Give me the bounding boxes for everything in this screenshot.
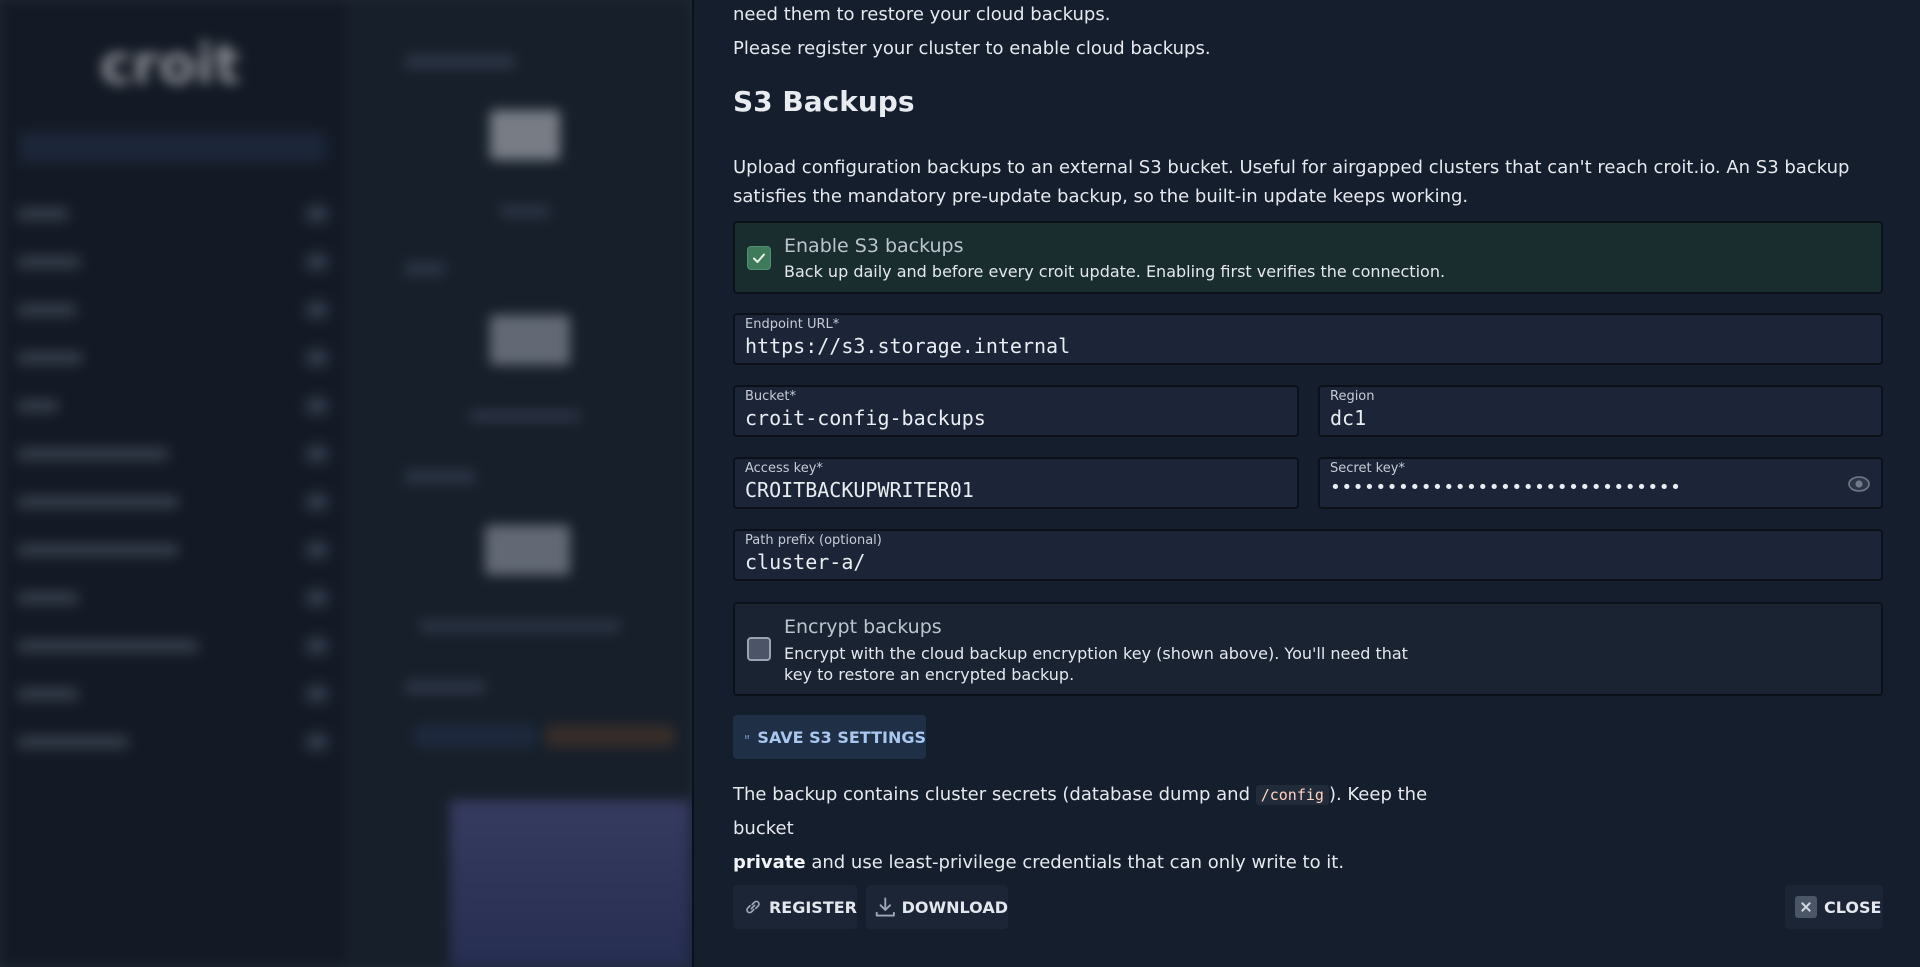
enable-s3-backups-option[interactable]: Enable S3 backups Back up daily and befo… — [733, 221, 1883, 294]
save-floppy-icon — [745, 734, 750, 740]
path-prefix-label: Path prefix (optional) — [745, 533, 882, 548]
encrypt-backups-option[interactable]: Encrypt backups Encrypt with the cloud b… — [733, 602, 1883, 696]
register-button[interactable]: REGISTER — [733, 885, 857, 929]
note-text-1: The backup contains cluster secrets (dat… — [733, 784, 1256, 805]
enable-s3-checkbox[interactable] — [747, 246, 771, 270]
region-value[interactable]: dc1 — [1330, 406, 1366, 430]
region-label: Region — [1330, 389, 1375, 404]
close-button[interactable]: CLOSE — [1785, 885, 1883, 929]
save-s3-settings-label: SAVE S3 SETTINGS — [757, 727, 926, 747]
link-icon — [746, 900, 760, 914]
checkmark-icon — [753, 253, 765, 263]
access-key-label: Access key* — [745, 461, 823, 476]
register-label: REGISTER — [768, 897, 857, 917]
background-app: croit — [0, 0, 692, 967]
bucket-label: Bucket* — [745, 389, 796, 404]
bucket-field[interactable]: Bucket* croit-config-backups — [733, 385, 1299, 437]
secret-key-value[interactable]: ••••••••••••••••••••••••••••••• — [1330, 477, 1681, 498]
download-icon — [875, 897, 895, 917]
background-sidebar: croit — [0, 0, 345, 967]
download-button[interactable]: DOWNLOAD — [866, 885, 1008, 929]
path-prefix-value[interactable]: cluster-a/ — [745, 550, 865, 574]
endpoint-url-label: Endpoint URL* — [745, 317, 840, 332]
access-key-field[interactable]: Access key* CROITBACKUPWRITER01 — [733, 457, 1299, 509]
access-key-value[interactable]: CROITBACKUPWRITER01 — [745, 478, 974, 502]
background-search — [20, 132, 325, 162]
encrypt-backups-subtitle: Encrypt with the cloud backup encryption… — [784, 644, 1408, 684]
s3-description: Upload configuration backups to an exter… — [733, 157, 1850, 207]
background-chart — [450, 800, 690, 967]
close-label: CLOSE — [1824, 897, 1882, 917]
secrets-warning-note: The backup contains cluster secrets (dat… — [733, 778, 1493, 880]
enable-s3-subtitle: Back up daily and before every croit upd… — [784, 262, 1446, 281]
path-prefix-field[interactable]: Path prefix (optional) cluster-a/ — [733, 529, 1883, 581]
close-icon — [1795, 896, 1817, 918]
save-s3-settings-button[interactable]: SAVE S3 SETTINGS — [733, 715, 926, 759]
background-logo: croit — [100, 33, 241, 96]
intro-text-line-2: Please register your cluster to enable c… — [733, 38, 1211, 59]
bucket-value[interactable]: croit-config-backups — [745, 406, 986, 430]
secret-key-label: Secret key* — [1330, 461, 1405, 476]
intro-text-line-1: need them to restore your cloud backups. — [733, 4, 1111, 25]
show-password-eye-icon[interactable] — [1847, 475, 1871, 493]
endpoint-url-value[interactable]: https://s3.storage.internal — [745, 334, 1070, 358]
note-bold-private: private — [733, 852, 806, 873]
config-path-code: /config — [1255, 785, 1329, 805]
region-field[interactable]: Region dc1 — [1318, 385, 1883, 437]
background-nav — [18, 190, 328, 766]
secret-key-field[interactable]: Secret key* ••••••••••••••••••••••••••••… — [1318, 457, 1883, 509]
backup-settings-drawer: need them to restore your cloud backups.… — [692, 0, 1920, 967]
encrypt-backups-title: Encrypt backups — [784, 616, 942, 638]
s3-backups-heading: S3 Backups — [733, 85, 915, 118]
encrypt-backups-checkbox[interactable] — [747, 637, 771, 661]
endpoint-url-field[interactable]: Endpoint URL* https://s3.storage.interna… — [733, 313, 1883, 365]
background-scrim — [0, 0, 692, 967]
enable-s3-title: Enable S3 backups — [784, 235, 964, 257]
note-text-3: and use least-privilege credentials that… — [805, 852, 1345, 873]
download-label: DOWNLOAD — [901, 897, 1008, 917]
